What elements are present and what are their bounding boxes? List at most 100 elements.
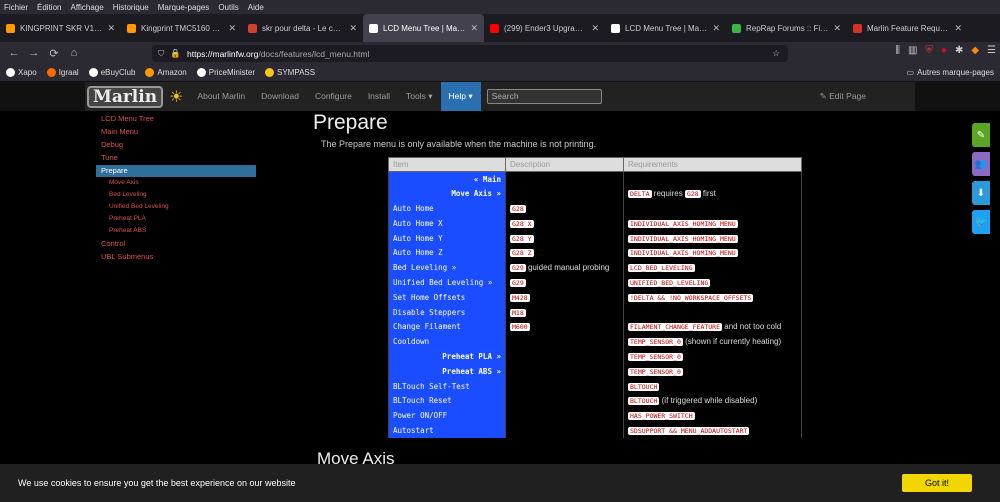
bookmark-favicon-icon — [145, 68, 155, 77]
toolbar-right: ⫼ ▥ ⛨ ● ✱ ◆ ☰ — [895, 45, 996, 56]
download-icon[interactable]: ⬇ — [972, 181, 990, 205]
browser-tab[interactable]: RepRap Forums :: Firmware ✕ — [726, 14, 847, 42]
cookie-accept-button[interactable]: Got it! — [902, 474, 972, 492]
sun-icon: ☀ — [169, 88, 184, 106]
browser-tab[interactable]: LCD Menu Tree | Marlin Firm ✕ — [605, 14, 726, 42]
tab-title: (299) Ender3 Upgrade, SKR — [504, 23, 586, 33]
browser-tab[interactable]: skr pour delta - Le coin des I ✕ — [242, 14, 363, 42]
browser-tab[interactable]: Kingprint TMC5160 v1.1 Step ✕ — [121, 14, 242, 42]
menu-item-cell[interactable]: BLTouch Reset — [388, 393, 506, 409]
menu-historique[interactable]: Historique — [113, 3, 149, 12]
menu-item-cell[interactable]: Set Home Offsets — [388, 289, 506, 305]
browser-tab[interactable]: (299) Ender3 Upgrade, SKR ✕ — [484, 14, 605, 42]
search-input[interactable]: Search — [486, 89, 602, 104]
bookmark-priceminister[interactable]: PriceMinister — [196, 68, 255, 77]
close-icon[interactable]: ✕ — [954, 23, 962, 34]
close-icon[interactable]: ✕ — [712, 23, 720, 34]
group-icon[interactable]: 👥 — [972, 152, 990, 176]
close-icon[interactable]: ✕ — [228, 23, 236, 34]
code-token: UNIFIED_BED_LEVELING — [628, 278, 711, 287]
sidebar-item-main-menu[interactable]: Main Menu — [101, 127, 138, 136]
menu-item-cell[interactable]: Auto Home Z — [388, 245, 506, 261]
menu-item-cell[interactable]: Preheat ABS » — [388, 363, 506, 379]
close-icon[interactable]: ✕ — [833, 23, 841, 34]
table-row: Set Home Offsets M428 !DELTA && !NO_WORKSP… — [388, 289, 802, 305]
nav-link-configure[interactable]: Configure — [307, 82, 360, 111]
bookmark-xapo[interactable]: Xapo — [6, 68, 37, 77]
code-token: SDSUPPORT && MENU_ADDAUTOSTART — [628, 426, 750, 435]
twitter-icon[interactable]: 🐦 — [972, 210, 990, 234]
code-token: TEMP_SENSOR_0 — [628, 352, 683, 361]
reload-button[interactable]: ⟳ — [44, 47, 64, 60]
sidebar-item-control[interactable]: Control — [101, 239, 125, 248]
close-icon[interactable]: ✕ — [470, 23, 478, 34]
marlin-logo[interactable]: Marlin — [87, 85, 164, 108]
sidebar-item-preheat-abs[interactable]: Preheat ABS — [109, 227, 146, 234]
menu-item-cell[interactable]: Auto Home Y — [388, 230, 506, 246]
menu-dition[interactable]: Édition — [37, 3, 61, 12]
nav-link-help[interactable]: Help ▾ — [440, 82, 481, 111]
sidebar-item-tune[interactable]: Tune — [101, 153, 118, 162]
other-bookmarks[interactable]: ▭ Autres marque-pages — [907, 68, 995, 77]
menu-affichage[interactable]: Affichage — [70, 3, 103, 12]
back-button[interactable]: ← — [4, 47, 24, 59]
sidebar-item-prepare[interactable]: Prepare — [96, 165, 256, 177]
bookmark-igraal[interactable]: Igraal — [46, 68, 79, 77]
home-button[interactable]: ⌂ — [64, 47, 84, 59]
nav-link-download[interactable]: Download — [253, 82, 307, 111]
bookmark-amazon[interactable]: Amazon — [145, 68, 187, 77]
menu-item-cell[interactable]: « Main — [388, 171, 506, 187]
description-cell: G28 X — [505, 215, 624, 231]
menu-item-cell[interactable]: Unified Bed Leveling » — [388, 275, 506, 290]
menu-item-cell[interactable]: Auto Home X — [388, 215, 506, 231]
nav-link-install[interactable]: Install — [360, 82, 398, 111]
menu-item-cell[interactable]: Preheat PLA » — [388, 349, 506, 364]
ublock-icon[interactable]: ⛨ — [925, 45, 933, 56]
menu-item-cell[interactable]: Change Filament — [388, 319, 506, 335]
menu-item-cell[interactable]: Bed Leveling » — [388, 260, 506, 276]
menu-fichier[interactable]: Fichier — [4, 3, 28, 12]
sidebar-item-debug[interactable]: Debug — [101, 140, 123, 149]
nav-link-about-marlin[interactable]: About Marlin — [189, 82, 253, 111]
bookmark-ebuyclub[interactable]: eBuyClub — [88, 68, 135, 77]
requirements-cell: TEMP_SENSOR_0 — [623, 349, 802, 364]
sidebar-item-bed-leveling[interactable]: Bed Leveling — [109, 191, 147, 198]
browser-tab[interactable]: Marlin Feature Request for V ✕ — [847, 14, 968, 42]
edit-page-link[interactable]: ✎ Edit Page — [820, 91, 866, 102]
sidebar-item-lcd-menu-tree[interactable]: LCD Menu Tree — [101, 114, 154, 123]
menu-item-cell[interactable]: Autostart — [388, 423, 506, 438]
nav-link-tools[interactable]: Tools ▾ — [398, 82, 440, 111]
pinterest-icon[interactable]: ● — [941, 45, 947, 56]
library-icon[interactable]: ⫼ — [895, 45, 900, 56]
menu-item-cell[interactable]: Disable Steppers — [388, 304, 506, 320]
close-icon[interactable]: ✕ — [349, 23, 357, 34]
sidebar-item-ubl-submenus[interactable]: UBL Submenus — [101, 252, 153, 261]
sidebar-icon[interactable]: ▥ — [908, 45, 917, 56]
menu-item-cell[interactable]: Cooldown — [388, 334, 506, 350]
browser-tab[interactable]: KINGPRINT SKR V1.3 Smoothie ✕ — [0, 14, 121, 42]
close-icon[interactable]: ✕ — [591, 23, 599, 34]
close-icon[interactable]: ✕ — [107, 23, 115, 34]
menu-item-cell[interactable]: Move Axis » — [388, 186, 506, 202]
sidebar-item-unified-bed-leveling[interactable]: Unified Bed Leveling — [109, 203, 169, 210]
menu-aide[interactable]: Aide — [248, 3, 264, 12]
description-cell — [505, 408, 624, 424]
url-host: https://marlinfw.org — [186, 48, 259, 59]
browser-tab[interactable]: LCD Menu Tree | Marlin Firm ✕ — [363, 14, 484, 42]
hamburger-menu-icon[interactable]: ☰ — [987, 45, 996, 56]
evernote-icon[interactable]: ✎ — [972, 123, 990, 147]
bookmark-star-icon[interactable]: ☆ — [772, 48, 780, 59]
menu-item-cell[interactable]: Auto Home — [388, 201, 506, 216]
sidebar-item-move-axis[interactable]: Move Axis — [109, 179, 139, 186]
menu-item-cell[interactable]: BLTouch Self-Test — [388, 378, 506, 394]
menu-marque-pages[interactable]: Marque-pages — [158, 3, 210, 12]
menu-outils[interactable]: Outils — [218, 3, 238, 12]
translate-icon[interactable]: ✱ — [955, 45, 963, 56]
extension-icon[interactable]: ◆ — [971, 45, 979, 56]
sidebar-item-preheat-pla[interactable]: Preheat PLA — [109, 215, 146, 222]
menu-item-cell[interactable]: Power ON/OFF — [388, 408, 506, 424]
url-bar[interactable]: ⛉ 🔒 https://marlinfw.org/docs/features/l… — [152, 45, 788, 62]
forward-button[interactable]: → — [24, 47, 44, 59]
table-row: Unified Bed Leveling » G29 UNIFIED_BED_LEV… — [388, 275, 802, 290]
bookmark-sympass[interactable]: SYMPASS — [264, 68, 315, 77]
